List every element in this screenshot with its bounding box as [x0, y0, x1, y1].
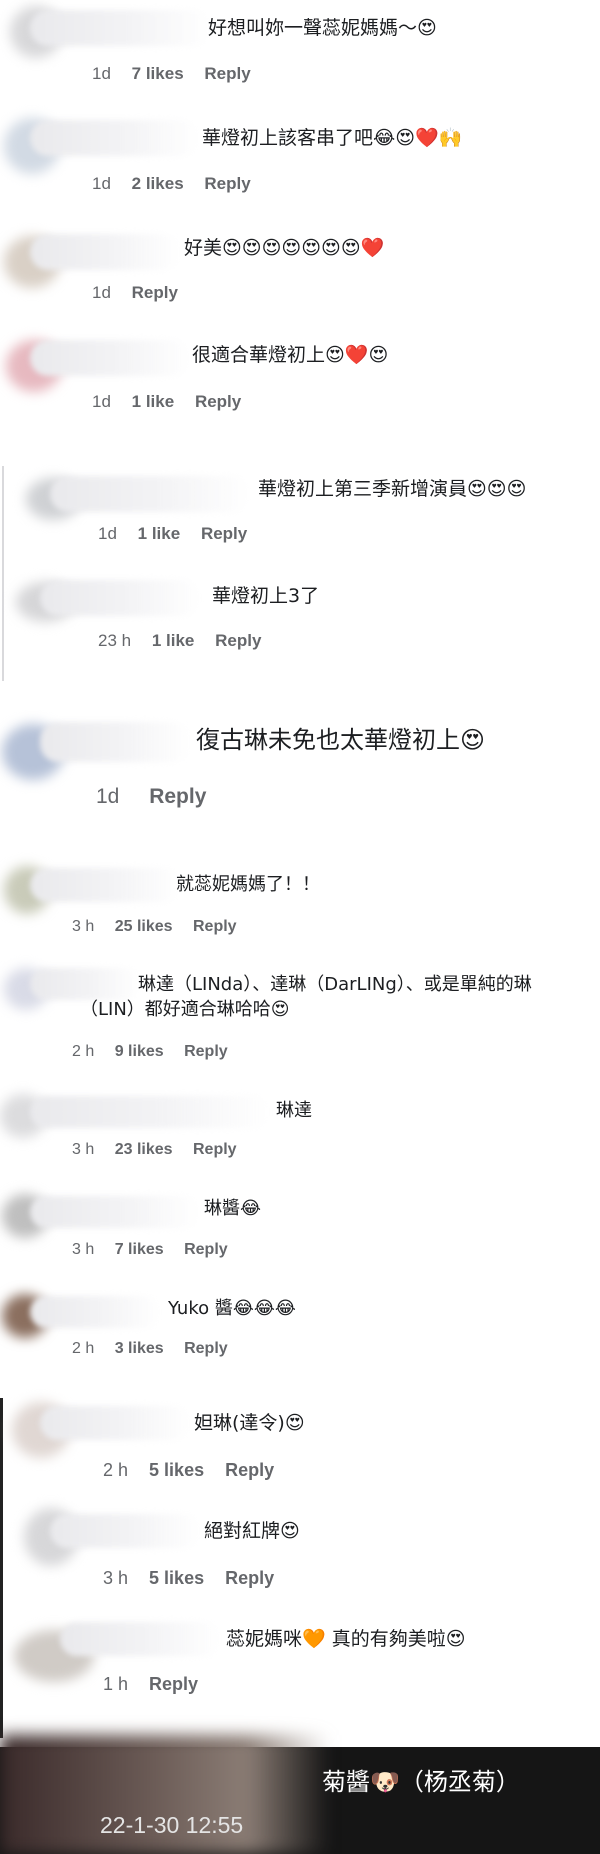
footer-author-name: 菊醬🐶（杨丞菊） [322, 1768, 520, 1796]
commenter-name-blurred[interactable] [30, 340, 190, 376]
comment-time: 1d [92, 64, 111, 83]
commenter-name-blurred[interactable] [50, 476, 250, 512]
comment-time: 3 h [72, 1241, 95, 1258]
reply-button[interactable]: Reply [215, 631, 261, 650]
like-count[interactable]: 1 like [152, 631, 195, 650]
comment-text: 好想叫妳一聲蕊妮媽媽～😍 [208, 17, 437, 39]
commenter-name-blurred[interactable] [60, 1622, 220, 1656]
commenter-name-blurred[interactable] [40, 1406, 190, 1440]
reply-button[interactable]: Reply [204, 64, 250, 83]
commenter-name-blurred[interactable] [30, 868, 180, 902]
reply-button[interactable]: Reply [132, 283, 178, 302]
comment-meta: 3 h 7 likes Reply [72, 1241, 244, 1259]
commenter-name-blurred[interactable] [30, 1096, 270, 1128]
like-count[interactable]: 5 likes [149, 1460, 204, 1480]
reply-button[interactable]: Reply [184, 1043, 228, 1060]
comment-text-line2: （LIN）都好適合琳哈哈😍 [80, 999, 290, 1020]
reply-button[interactable]: Reply [149, 785, 206, 808]
reply-button[interactable]: Reply [204, 174, 250, 193]
comment-text: 琳醬😂 [204, 1198, 262, 1219]
reply-button[interactable]: Reply [193, 1141, 237, 1158]
reply-button[interactable]: Reply [184, 1241, 228, 1258]
comment-meta: 3 h 5 likes Reply [103, 1568, 290, 1589]
comment-text: 華燈初上該客串了吧😂😍❤️🙌 [202, 127, 463, 149]
comment-meta: 3 h 25 likes Reply [72, 918, 253, 936]
comment-text: 很適合華燈初上😍❤️😍 [192, 344, 389, 366]
comment-time: 1d [96, 785, 120, 808]
commenter-name-blurred[interactable] [40, 722, 190, 762]
comment-meta: 1 h Reply [103, 1674, 214, 1695]
reply-button[interactable]: Reply [149, 1674, 198, 1694]
comment-text: 好美😍😍😍😍😍😍😍❤️ [184, 237, 385, 259]
thread-line-dark [0, 1398, 3, 1738]
comment-time: 1d [92, 392, 111, 411]
like-count[interactable]: 25 likes [115, 918, 173, 935]
comment-meta: 23 h 1 like Reply [98, 631, 277, 651]
comment-time: 3 h [72, 1141, 95, 1158]
comment-text: 就蕊妮媽媽了！！ [176, 874, 320, 895]
comment-time: 1d [98, 524, 117, 543]
commenter-name-blurred[interactable] [30, 1296, 160, 1328]
like-count[interactable]: 7 likes [115, 1241, 164, 1258]
comment-meta: 2 h 9 likes Reply [72, 1043, 244, 1061]
comment-text: 妲琳(達令)😍 [194, 1412, 305, 1434]
commenter-name-blurred[interactable] [30, 10, 210, 46]
comment-meta: 2 h 3 likes Reply [72, 1340, 244, 1358]
commenter-name-blurred[interactable] [40, 580, 200, 616]
comment-text: 華燈初上3了 [212, 585, 320, 607]
footer-timestamp: 22-1-30 12:55 [100, 1812, 244, 1838]
comment-meta: 2 h 5 likes Reply [103, 1460, 290, 1481]
comment-meta: 1d Reply [92, 283, 194, 303]
comment-text: 復古琳未免也太華燈初上😍 [196, 726, 486, 754]
comment-text: 蕊妮媽咪🧡 真的有夠美啦😍 [226, 1628, 466, 1650]
comment-meta: 3 h 23 likes Reply [72, 1141, 253, 1159]
comment-time: 1 h [103, 1674, 129, 1694]
reply-button[interactable]: Reply [201, 524, 247, 543]
comment-time: 3 h [72, 918, 95, 935]
commenter-name-blurred[interactable] [30, 234, 180, 270]
like-count[interactable]: 1 like [132, 392, 175, 411]
comment-meta: 1d 7 likes Reply [92, 64, 267, 84]
comment-text: 絕對紅牌😍 [204, 1520, 300, 1542]
reply-button[interactable]: Reply [184, 1340, 228, 1357]
like-count[interactable]: 1 like [138, 524, 181, 543]
reply-button[interactable]: Reply [225, 1460, 274, 1480]
comment-time: 2 h [72, 1043, 95, 1060]
comment-meta: 1d 2 likes Reply [92, 174, 267, 194]
like-count[interactable]: 2 likes [132, 174, 184, 193]
comment-time: 23 h [98, 631, 132, 650]
commenter-name-blurred[interactable] [50, 1514, 200, 1548]
like-count[interactable]: 9 likes [115, 1043, 164, 1060]
reply-button[interactable]: Reply [195, 392, 241, 411]
like-count[interactable]: 5 likes [149, 1568, 204, 1588]
comment-meta: 1d 1 like Reply [98, 524, 263, 544]
comment-text: 琳達 [276, 1100, 312, 1121]
reply-button[interactable]: Reply [225, 1568, 274, 1588]
comment-time: 2 h [103, 1460, 129, 1480]
thread-line [2, 466, 4, 681]
comment-meta: 1d Reply [96, 785, 222, 809]
comment-time: 1d [92, 283, 111, 302]
like-count[interactable]: 23 likes [115, 1141, 173, 1158]
comment-text: 琳達（LINda）、達琳（DarLINg）、或是單純的琳 [138, 974, 532, 995]
reply-button[interactable]: Reply [193, 918, 237, 935]
comment-time: 1d [92, 174, 111, 193]
comment-time: 2 h [72, 1340, 95, 1357]
like-count[interactable]: 3 likes [115, 1340, 164, 1357]
comment-text: Yuko 醬😂😂😂 [168, 1298, 296, 1319]
commenter-name-blurred[interactable] [30, 120, 200, 156]
comment-meta: 1d 1 like Reply [92, 392, 257, 412]
commenter-name-blurred[interactable] [30, 1196, 200, 1228]
comment-time: 3 h [103, 1568, 129, 1588]
commenter-name-blurred[interactable] [30, 968, 140, 1000]
like-count[interactable]: 7 likes [132, 64, 184, 83]
comment-text: 華燈初上第三季新增演員😍😍😍 [258, 478, 527, 500]
